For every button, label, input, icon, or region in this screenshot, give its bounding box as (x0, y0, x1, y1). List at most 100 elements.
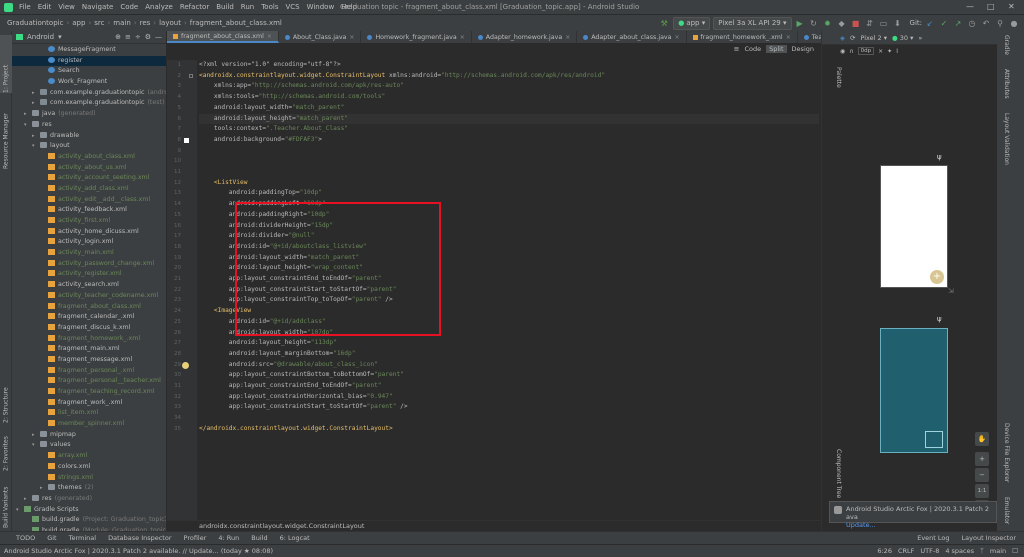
breadcrumb-item[interactable]: src (91, 19, 107, 27)
mode-code[interactable]: Code (741, 45, 764, 53)
hide-panel-icon[interactable]: — (155, 33, 166, 41)
layout-validation-tab[interactable]: Layout Validation (1000, 113, 1010, 165)
tree-item[interactable]: ▸ com.example.graduationtopic(androidTest… (12, 88, 166, 99)
palette-tab[interactable]: Palette (830, 67, 842, 88)
toolwindow-tab-4-run[interactable]: 4: Run (218, 534, 239, 542)
tree-item[interactable]: activity_first.xml (12, 216, 166, 227)
resize-handle-icon[interactable]: ⇲ (948, 287, 954, 295)
collapse-all-icon[interactable]: ≡ (125, 33, 131, 41)
minimize-icon[interactable]: — (966, 2, 974, 11)
close-tab-icon[interactable]: × (675, 34, 680, 41)
menu-item-vcs[interactable]: VCS (285, 3, 299, 11)
tree-item[interactable]: activity_feedback.xml (12, 205, 166, 216)
tree-item[interactable]: activity_login.xml (12, 237, 166, 248)
toolwindow-tab-event-log[interactable]: Event Log (917, 534, 949, 542)
default-margin-chip[interactable]: 0dp (857, 47, 875, 55)
structure-tab[interactable]: 2: Structure (0, 373, 12, 423)
resource-manager-tab[interactable]: Resource Manager (0, 97, 12, 169)
tree-item[interactable]: Work_Fragment (12, 77, 166, 88)
tree-item[interactable]: fragment_about_class.xml (12, 302, 166, 313)
maximize-icon[interactable]: □ (987, 2, 995, 11)
tree-item[interactable]: list_item.xml (12, 408, 166, 419)
expand-arrow-icon[interactable]: ▾ (24, 120, 32, 131)
tree-item[interactable]: member_spinner.xml (12, 419, 166, 430)
search-everywhere-icon[interactable]: ⚲ (994, 19, 1006, 28)
design-surface-icon[interactable]: ◈ (840, 34, 845, 42)
toolwindow-tab-layout-inspector[interactable]: Layout Inspector (962, 534, 1016, 542)
close-tab-icon[interactable]: × (349, 34, 354, 41)
editor-tab[interactable]: fragment_about_class.xml × (167, 31, 279, 43)
toolwindow-tab-build[interactable]: Build (251, 534, 267, 542)
tree-item[interactable]: array.xml (12, 451, 166, 462)
editor-tab[interactable]: Homework_fragment.java × (361, 31, 472, 43)
tree-item[interactable]: fragment_teaching_record.xml (12, 387, 166, 398)
git-push-icon[interactable]: ↗ (952, 19, 964, 28)
indent-setting[interactable]: 4 spaces (945, 547, 974, 555)
run-icon[interactable]: ▶ (794, 19, 806, 28)
tree-item[interactable]: fragment_discus_k.xml (12, 323, 166, 334)
stop-icon[interactable]: ■ (850, 19, 862, 28)
file-encoding[interactable]: UTF-8 (920, 547, 939, 555)
close-tab-icon[interactable]: × (460, 34, 465, 41)
git-commit-icon[interactable]: ✓ (938, 19, 950, 28)
tree-item[interactable]: ▾ Gradle Scripts (12, 505, 166, 516)
project-view-selector[interactable]: Android (27, 33, 54, 41)
menu-item-code[interactable]: Code (120, 3, 138, 11)
lock-icon[interactable]: ☐ (1012, 547, 1018, 555)
menu-item-refactor[interactable]: Refactor (180, 3, 209, 11)
git-update-icon[interactable]: ↙ (924, 19, 936, 28)
zoom-in-icon[interactable]: + (975, 452, 989, 466)
device-selector[interactable]: Pixel 2 ▾ (860, 34, 887, 42)
editor-tab[interactable]: About_Class.java × (279, 31, 362, 43)
pan-hand-icon[interactable]: ✋ (975, 432, 989, 446)
tree-item[interactable]: activity_password_change.xml (12, 259, 166, 270)
menu-item-file[interactable]: File (19, 3, 31, 11)
git-branch[interactable]: main (990, 547, 1006, 555)
tree-item[interactable]: activity_main.xml (12, 248, 166, 259)
sdk-manager-icon[interactable]: ⬇ (892, 19, 904, 28)
tree-item[interactable]: Search (12, 66, 166, 77)
expand-arrow-icon[interactable]: ▸ (32, 430, 40, 441)
favorites-tab[interactable]: 2: Favorites (0, 426, 12, 471)
menu-item-edit[interactable]: Edit (38, 3, 52, 11)
hammer-icon[interactable]: ⚒ (658, 19, 670, 28)
breadcrumb-item[interactable]: fragment_about_class.xml (187, 19, 285, 27)
mode-design[interactable]: Design (789, 45, 817, 53)
caret-position[interactable]: 6:26 (877, 547, 892, 555)
breadcrumb-item[interactable]: main (110, 19, 134, 27)
update-link[interactable]: Update... (846, 521, 992, 529)
attach-debugger-icon[interactable]: ◆ (836, 19, 848, 28)
editor-tab[interactable]: fragment_homework_.xml × (687, 31, 798, 43)
tree-item[interactable]: strings.xml (12, 473, 166, 484)
mode-split[interactable]: Split (766, 45, 787, 53)
toolwindow-tab-6-logcat[interactable]: 6: Logcat (280, 534, 310, 542)
tree-item[interactable]: fragment_work_.xml (12, 398, 166, 409)
tree-item[interactable]: ▾ values (12, 440, 166, 451)
tree-item[interactable]: ▾ res (12, 120, 166, 131)
tree-item[interactable]: fragment_personal_.xml (12, 366, 166, 377)
tree-item[interactable]: activity_home_dicuss.xml (12, 227, 166, 238)
toolwindow-tab-git[interactable]: Git (47, 534, 56, 542)
breadcrumb-item[interactable]: app (69, 19, 88, 27)
line-separator[interactable]: CRLF (898, 547, 914, 555)
menu-item-run[interactable]: Run (241, 3, 254, 11)
expand-arrow-icon[interactable]: ▾ (32, 440, 40, 451)
tree-item[interactable]: activity_add_class.xml (12, 184, 166, 195)
expand-arrow-icon[interactable]: ▾ (16, 505, 24, 516)
tree-item[interactable]: activity_about_class.xml (12, 152, 166, 163)
expand-arrow-icon[interactable]: ▸ (24, 494, 32, 505)
gear-icon[interactable]: ⚙ (145, 33, 151, 41)
history-icon[interactable]: ◷ (966, 19, 978, 28)
clear-constraints-icon[interactable]: × (878, 48, 883, 55)
tree-item[interactable]: ▸ themes (2) (12, 483, 166, 494)
menu-item-navigate[interactable]: Navigate (82, 3, 113, 11)
run-config-dropdown[interactable]: ● app ▾ (673, 16, 711, 30)
component-tree-tab[interactable]: Component Tree (830, 449, 842, 498)
emulator-tab[interactable]: Emulator (1000, 497, 1010, 524)
breadcrumb-item[interactable]: Graduationtopic (4, 19, 66, 27)
breadcrumb-item[interactable]: res (137, 19, 154, 27)
rollback-icon[interactable]: ↶ (980, 19, 992, 28)
design-preview-screen[interactable]: + (880, 165, 948, 288)
gradle-tab[interactable]: Gradle (1000, 35, 1010, 55)
toolwindow-tab-todo[interactable]: TODO (16, 534, 35, 542)
